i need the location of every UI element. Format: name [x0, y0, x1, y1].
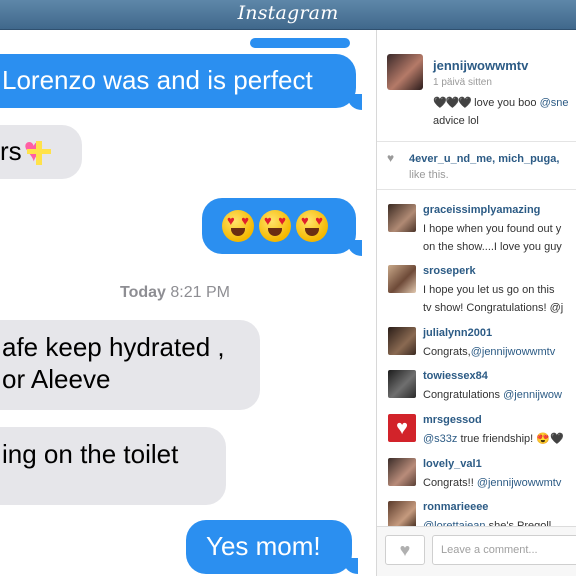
- caption-text-line2: advice lol: [433, 115, 479, 127]
- message-bubble-partial: [250, 38, 350, 48]
- comment-text: Congrats,@jennijwowwmtv: [423, 343, 576, 361]
- comment-mention[interactable]: @s33z: [423, 433, 457, 445]
- commenter-username[interactable]: mrsgessod: [423, 414, 482, 426]
- commenter-username[interactable]: towiessex84: [423, 370, 488, 382]
- message-bubble-outgoing[interactable]: Yes mom!: [186, 520, 352, 574]
- message-bubble-emoji[interactable]: [202, 198, 356, 254]
- likes-suffix: like this.: [409, 169, 449, 181]
- commenter-avatar[interactable]: [388, 370, 416, 398]
- instagram-logo: Instagram: [237, 1, 339, 24]
- comment-text-line: on the show....I love you guy: [423, 241, 562, 253]
- caption-text: love you boo: [471, 97, 540, 109]
- message-bubble-incoming[interactable]: afe keep hydrated , or Aleeve: [0, 320, 260, 410]
- comment-text: Congratulations @jennijwow: [423, 386, 576, 404]
- commenter-username[interactable]: ronmarieeee: [423, 501, 488, 513]
- comment-bar: ♥ Leave a comment...: [377, 526, 576, 576]
- comment-mention[interactable]: @jennijwow: [503, 389, 562, 401]
- message-timestamp: Today 8:21 PM: [0, 284, 230, 302]
- comment-text: Congrats!! @jennijwowwmtv: [423, 474, 576, 492]
- message-bubble-incoming[interactable]: rs♥: [0, 125, 82, 179]
- comment-text: I hope when you found out y on the show..…: [423, 220, 576, 256]
- message-bubble-incoming[interactable]: ing on the toilet: [0, 427, 226, 505]
- comment-text: @s33z true friendship! 😍🖤: [423, 430, 576, 448]
- post-header: jennijwowwmtv 1 päivä sitten 🖤🖤🖤 love yo…: [377, 30, 576, 142]
- bubble-tail: [348, 240, 362, 256]
- message-bubble-outgoing[interactable]: Lorenzo was and is perfect: [0, 54, 356, 108]
- heart-eyes-emoji-icon: [222, 210, 254, 243]
- comment-text-line: tv show! Congratulations! @j: [423, 302, 564, 314]
- bubble-tail: [348, 94, 362, 110]
- comment-text-line: Congrats,: [423, 346, 471, 358]
- commenter-avatar[interactable]: [388, 204, 416, 232]
- caption-mention[interactable]: @sne: [540, 97, 569, 109]
- commenter-avatar[interactable]: [388, 327, 416, 355]
- black-hearts-emoji-icon: 🖤🖤🖤: [433, 97, 472, 109]
- likes-text: 4ever_u_nd_me, mich_puga, like this.: [409, 151, 576, 183]
- timestamp-day: Today: [120, 284, 166, 301]
- message-text: ing on the toilet: [2, 439, 179, 469]
- commenter-username[interactable]: sroseperk: [423, 265, 476, 277]
- comment-text-line: Congratulations: [423, 389, 504, 401]
- post-username[interactable]: jennijwowwmtv: [433, 58, 528, 73]
- message-thread[interactable]: Lorenzo was and is perfect rs♥ Today 8:2…: [0, 30, 375, 576]
- comment-text-line: Congrats!!: [423, 477, 477, 489]
- heart-avatar-icon[interactable]: ♥: [388, 414, 416, 442]
- comment-item: graceissimplyamazing I hope when you fou…: [377, 202, 576, 260]
- heart-icon: ♥: [387, 151, 395, 165]
- likes-row: ♥ 4ever_u_nd_me, mich_puga, like this.: [377, 142, 576, 190]
- message-text: Lorenzo was and is perfect: [2, 65, 313, 95]
- commenter-username[interactable]: graceissimplyamazing: [423, 204, 540, 216]
- post-caption: 🖤🖤🖤 love you boo @sne advice lol: [433, 94, 576, 130]
- heart-icon: ♥: [399, 540, 411, 560]
- message-text: Yes mom!: [206, 531, 321, 561]
- comment-text-line: I hope you let us go on this: [423, 284, 555, 296]
- comment-mention[interactable]: @jennijwowwmtv: [477, 477, 562, 489]
- bubble-tail: [344, 558, 358, 574]
- comment-input[interactable]: Leave a comment...: [432, 535, 576, 565]
- commenter-username[interactable]: lovely_val1: [423, 458, 482, 470]
- comment-text-line: true friendship! 😍🖤: [457, 433, 564, 445]
- post-time: 1 päivä sitten: [433, 77, 492, 88]
- message-text: rs: [0, 136, 22, 166]
- commenter-avatar[interactable]: [388, 458, 416, 486]
- like-button[interactable]: ♥: [385, 535, 425, 565]
- comment-item: sroseperk I hope you let us go on this tv…: [377, 263, 576, 321]
- instagram-post-panel: jennijwowwmtv 1 päivä sitten 🖤🖤🖤 love yo…: [376, 30, 576, 576]
- user-avatar[interactable]: [387, 54, 423, 90]
- message-text-line: or Aleeve: [2, 364, 111, 394]
- commenter-username[interactable]: julialynn2001: [423, 327, 492, 339]
- heart-eyes-emoji-icon: [259, 210, 291, 243]
- commenter-avatar[interactable]: [388, 265, 416, 293]
- comment-mention[interactable]: @jennijwowwmtv: [471, 346, 556, 358]
- timestamp-time: 8:21 PM: [170, 284, 230, 301]
- message-text-line: afe keep hydrated ,: [2, 332, 225, 362]
- commenter-avatar[interactable]: [388, 501, 416, 529]
- instagram-header: Instagram: [0, 0, 576, 30]
- comment-text: I hope you let us go on this tv show! Con…: [423, 281, 576, 317]
- heart-eyes-emoji-icon: [296, 210, 328, 243]
- heart-gift-emoji-icon: ♥: [24, 133, 54, 167]
- comment-text-line: I hope when you found out y: [423, 223, 562, 235]
- likes-users[interactable]: 4ever_u_nd_me, mich_puga,: [409, 153, 559, 165]
